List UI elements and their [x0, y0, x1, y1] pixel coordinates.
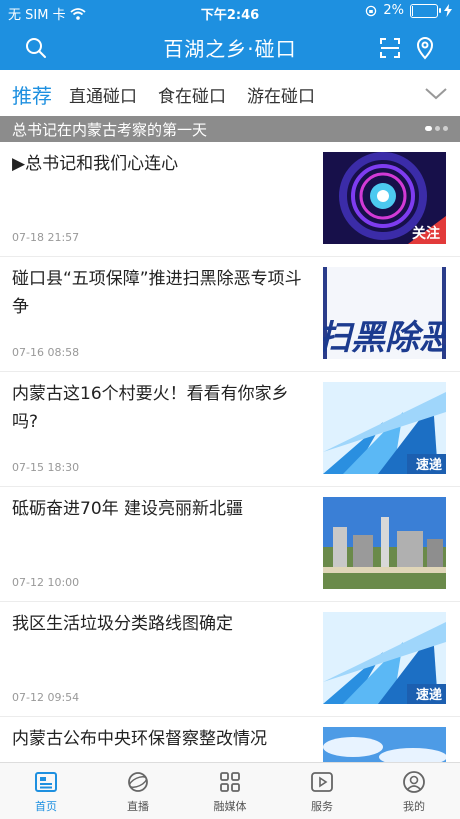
- tabbar-label: 融媒体: [213, 800, 247, 813]
- news-thumbnail: 速递: [323, 382, 446, 474]
- carousel-dots: [425, 126, 448, 131]
- app-header: 无 SIM 卡 下午2:46 2% 百湖之乡·碰口: [0, 0, 460, 70]
- bottom-tab-bar: 首页 直播 融媒体 服务 我的: [0, 762, 460, 819]
- news-date: 07-12 10:00: [12, 576, 80, 589]
- news-item[interactable]: 内蒙古公布中央环保督察整改情况: [0, 717, 460, 762]
- status-bar: 无 SIM 卡 下午2:46 2%: [0, 0, 460, 24]
- news-title: 内蒙古这16个村要火！看看有你家乡吗?: [12, 384, 289, 432]
- thumb-label: 速递: [416, 687, 442, 703]
- news-item[interactable]: 碰口县“五项保障”推进扫黑除恶专项斗争 07-16 08:58 扫黑除恶: [0, 257, 460, 372]
- news-item[interactable]: 内蒙古这16个村要火！看看有你家乡吗? 07-15 18:30 速递: [0, 372, 460, 487]
- news-thumbnail: 速递: [323, 612, 446, 704]
- live-icon: [128, 772, 148, 792]
- news-date: 07-18 21:57: [12, 231, 80, 244]
- chevron-down-icon[interactable]: [424, 84, 448, 102]
- news-title: 碰口县“五项保障”推进扫黑除恶专项斗争: [12, 269, 302, 317]
- title-bar: 百湖之乡·碰口: [0, 26, 460, 70]
- news-title: ▶总书记和我们心连心: [12, 154, 179, 174]
- tabbar-label: 服务: [311, 800, 333, 813]
- tab-food[interactable]: 食在碰口: [158, 82, 226, 107]
- news-date: 07-15 18:30: [12, 461, 80, 474]
- status-right: 2%: [365, 3, 452, 18]
- news-thumbnail: 扫黑除恶: [323, 267, 446, 359]
- grid-icon: [220, 772, 240, 792]
- news-item[interactable]: 我区生活垃圾分类路线图确定 07-12 09:54 速递: [0, 602, 460, 717]
- carousel-dot: [425, 126, 432, 131]
- play-icon: [311, 772, 333, 792]
- thumb-label: 速递: [416, 457, 442, 473]
- carousel-dot: [435, 126, 440, 131]
- orientation-lock-icon: [366, 5, 377, 16]
- news-title: 砥砺奋进70年 建设亮丽新北疆: [12, 499, 244, 519]
- news-thumbnail: 关注: [323, 152, 446, 244]
- headline-banner[interactable]: 总书记在内蒙古考察的第一天: [0, 116, 460, 142]
- news-date: 07-16 08:58: [12, 346, 80, 359]
- carousel-dot: [443, 126, 448, 131]
- battery-icon: [410, 3, 441, 18]
- thumb-label: 关注: [412, 225, 440, 242]
- news-item[interactable]: 砥砺奋进70年 建设亮丽新北疆 07-12 10:00: [0, 487, 460, 602]
- news-item[interactable]: ▶总书记和我们心连心 07-18 21:57 关注: [0, 142, 460, 257]
- tab-recommend[interactable]: 推荐: [12, 80, 52, 109]
- home-icon: [35, 772, 57, 792]
- battery-level: [412, 5, 413, 16]
- news-title: 我区生活垃圾分类路线图确定: [12, 614, 233, 634]
- banner-text: 总书记在内蒙古考察的第一天: [12, 121, 208, 139]
- news-thumbnail: [323, 497, 446, 589]
- tabbar-live[interactable]: 直播: [92, 763, 184, 819]
- tabbar-service[interactable]: 服务: [276, 763, 368, 819]
- category-tabs: 推荐 直通碰口 食在碰口 游在碰口: [0, 70, 460, 117]
- tab-travel[interactable]: 游在碰口: [247, 82, 315, 107]
- scan-icon[interactable]: [378, 36, 402, 60]
- tabbar-label: 首页: [35, 800, 57, 813]
- tabbar-home[interactable]: 首页: [0, 763, 92, 819]
- location-icon[interactable]: [413, 36, 437, 60]
- news-list: ▶总书记和我们心连心 07-18 21:57 关注 碰口县“五项保障”推进扫黑除…: [0, 142, 460, 762]
- user-icon: [403, 771, 425, 793]
- charging-icon: [444, 4, 452, 17]
- thumb-label: 扫黑除恶: [323, 318, 446, 358]
- tab-direct[interactable]: 直通碰口: [69, 82, 137, 107]
- tabbar-label: 我的: [403, 800, 425, 813]
- battery-percent: 2%: [383, 3, 404, 18]
- tabbar-media[interactable]: 融媒体: [184, 763, 276, 819]
- news-title: 内蒙古公布中央环保督察整改情况: [12, 729, 267, 749]
- tabbar-label: 直播: [127, 800, 149, 813]
- news-date: 07-12 09:54: [12, 691, 80, 704]
- news-thumbnail: [323, 727, 446, 762]
- tabbar-mine[interactable]: 我的: [368, 763, 460, 819]
